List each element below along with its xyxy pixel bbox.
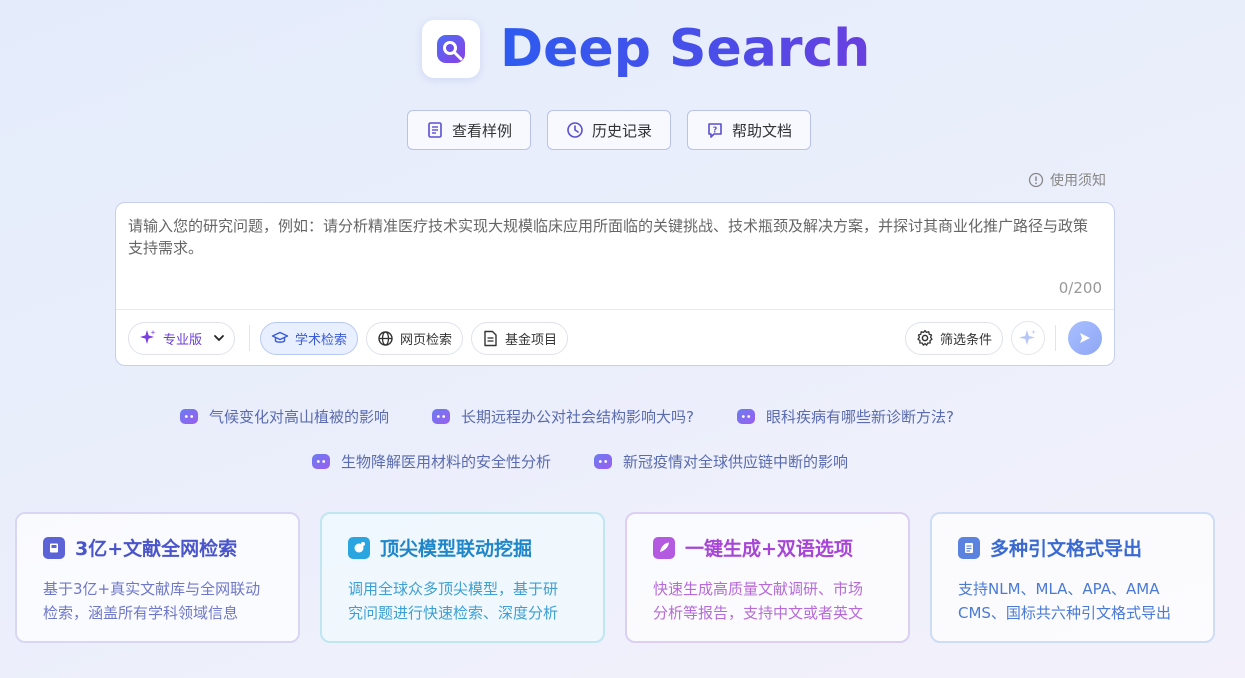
feature-card-model-mining: 顶尖模型联动挖掘 调用全球众多顶尖模型，基于研 究问题进行快速检索、深度分析 xyxy=(320,512,605,643)
chat-bubble-icon xyxy=(180,408,198,424)
feature-title: 一键生成+双语选项 xyxy=(685,538,853,560)
history-button[interactable]: 历史记录 xyxy=(547,110,672,150)
sparkle-icon xyxy=(1019,329,1036,345)
academic-search-label: 学术检索 xyxy=(295,332,348,348)
toolbar-separator xyxy=(1055,325,1056,351)
help-docs-label: 帮助文档 xyxy=(732,121,793,140)
clock-icon xyxy=(567,122,583,138)
graduation-cap-icon xyxy=(271,331,289,343)
feature-desc-line: 基于3亿+真实文献库与全网联动 xyxy=(43,580,261,598)
feature-desc-line: 快速生成高质量文献调研、市场 xyxy=(653,580,864,598)
search-input-card: 请输入您的研究问题，例如：请分析精准医疗技术实现大规模临床应用所面临的关键挑战、… xyxy=(115,202,1115,366)
suggestions-row-1: 气候变化对高山植被的影响 长期远程办公对社会结构影响大吗? 眼科疾病有哪些新诊断… xyxy=(179,406,996,427)
send-icon xyxy=(1080,333,1090,343)
feature-desc-line: 分析等报告，支持中文或者英文 xyxy=(653,604,864,622)
examples-label: 查看样例 xyxy=(452,121,513,140)
suggestion-item[interactable]: 气候变化对高山植被的影响 xyxy=(179,406,389,427)
app-title: Deep Search xyxy=(500,19,871,79)
suggestion-label: 眼科疾病有哪些新诊断方法? xyxy=(765,408,954,426)
suggestion-label: 长期远程办公对社会结构影响大吗? xyxy=(461,408,694,426)
globe-icon xyxy=(378,330,393,346)
logo xyxy=(422,20,480,78)
history-label: 历史记录 xyxy=(592,121,653,140)
filter-label: 筛选条件 xyxy=(939,332,992,348)
sparkle-icon xyxy=(140,330,156,344)
chat-bubble-icon xyxy=(736,408,755,424)
char-counter: 0/200 xyxy=(1058,279,1102,297)
suggestion-item[interactable]: 新冠疫情对全球供应链中断的影响 xyxy=(593,451,848,472)
filter-button[interactable]: 筛选条件 xyxy=(904,321,1003,355)
research-question-input[interactable]: 请输入您的研究问题，例如：请分析精准医疗技术实现大规模临床应用所面临的关键挑战、… xyxy=(128,215,1098,259)
feature-card-citation-export: 多种引文格式导出 支持NLM、MLA、APA、AMA CMS、国标共六种引文格式… xyxy=(930,512,1215,643)
divider xyxy=(116,309,1114,310)
info-icon xyxy=(1028,172,1044,188)
feather-icon xyxy=(653,536,675,559)
document-icon xyxy=(428,122,442,138)
suggestion-label: 生物降解医用材料的安全性分析 xyxy=(341,453,552,471)
fund-projects-toggle[interactable]: 基金项目 xyxy=(471,321,569,355)
feature-card-literature-search: 3亿+文献全网检索 基于3亿+真实文献库与全网联动 检索，涵盖所有学科领域信息 xyxy=(15,512,300,643)
web-search-toggle[interactable]: 网页检索 xyxy=(366,321,464,355)
suggestion-item[interactable]: 眼科疾病有哪些新诊断方法? xyxy=(736,406,954,427)
book-icon xyxy=(43,536,65,559)
chat-bubble-icon xyxy=(312,453,330,469)
chevron-down-icon xyxy=(214,335,224,342)
feature-desc-line: 支持NLM、MLA、APA、AMA xyxy=(958,580,1160,598)
suggestion-label: 气候变化对高山植被的影响 xyxy=(209,408,390,426)
feature-title: 多种引文格式导出 xyxy=(990,538,1143,560)
feature-desc-line: 调用全球众多顶尖模型，基于研 xyxy=(348,580,559,598)
mode-label: 专业版 xyxy=(163,332,203,348)
drop-icon xyxy=(348,536,370,559)
suggestions-row-2: 生物降解医用材料的安全性分析 新冠疫情对全球供应链中断的影响 xyxy=(311,451,890,472)
file-text-icon xyxy=(484,330,497,346)
list-document-icon xyxy=(958,536,980,559)
help-icon: ? xyxy=(708,123,722,138)
suggestion-item[interactable]: 生物降解医用材料的安全性分析 xyxy=(311,451,551,472)
chat-bubble-icon xyxy=(594,453,613,469)
send-button[interactable] xyxy=(1068,321,1102,355)
gear-icon xyxy=(917,329,933,346)
toolbar-separator xyxy=(249,325,251,351)
feature-title: 3亿+文献全网检索 xyxy=(75,538,238,560)
input-toolbar: 专业版 学术检索 网页检索 基金项目 筛选条件 xyxy=(128,321,1102,355)
feature-cards: 3亿+文献全网检索 基于3亿+真实文献库与全网联动 检索，涵盖所有学科领域信息 … xyxy=(15,512,1215,643)
feature-desc-line: 究问题进行快速检索、深度分析 xyxy=(348,604,559,622)
logo-icon xyxy=(437,35,465,63)
top-buttons: 查看样例 历史记录 ? 帮助文档 xyxy=(407,110,812,150)
suggestion-item[interactable]: 长期远程办公对社会结构影响大吗? xyxy=(431,406,694,427)
feature-title: 顶尖模型联动挖掘 xyxy=(380,538,533,560)
brand: Deep Search xyxy=(422,20,870,78)
svg-text:?: ? xyxy=(713,126,718,135)
help-docs-button[interactable]: ? 帮助文档 xyxy=(687,110,812,150)
suggestion-label: 新冠疫情对全球供应链中断的影响 xyxy=(623,453,849,471)
usage-notice-link[interactable]: 使用须知 xyxy=(1028,170,1106,190)
feature-desc-line: 检索，涵盖所有学科领域信息 xyxy=(43,604,239,622)
mode-select[interactable]: 专业版 xyxy=(128,321,236,355)
fund-projects-label: 基金项目 xyxy=(505,332,558,348)
ai-sparkle-button[interactable] xyxy=(1011,321,1045,355)
academic-search-toggle[interactable]: 学术检索 xyxy=(260,321,359,355)
chat-bubble-icon xyxy=(432,408,451,424)
examples-button[interactable]: 查看样例 xyxy=(407,110,532,150)
web-search-label: 网页检索 xyxy=(400,332,453,348)
feature-card-one-click-generate: 一键生成+双语选项 快速生成高质量文献调研、市场 分析等报告，支持中文或者英文 xyxy=(625,512,910,643)
usage-notice-label: 使用须知 xyxy=(1050,173,1106,189)
feature-desc-line: CMS、国标共六种引文格式导出 xyxy=(958,604,1171,622)
